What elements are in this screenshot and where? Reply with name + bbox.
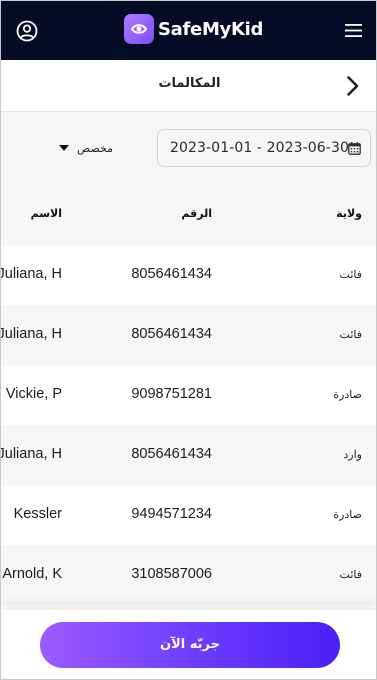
date-range-value: 2023-01-01 - 2023-06-30 [170, 140, 349, 156]
page-header: المكالمات [1, 60, 376, 112]
range-select[interactable]: مخصص [59, 140, 113, 156]
brand-name: SafeMyKid [158, 18, 264, 40]
table-row[interactable]: فائت 3108587006 Arnold, K [1, 545, 376, 605]
table-row[interactable]: فائت 8056461434 Juliana, H [1, 245, 376, 305]
hamburger-menu-icon[interactable] [345, 23, 362, 38]
range-select-label: مخصص [77, 141, 114, 155]
shield-eye-logo-icon [124, 14, 154, 44]
app-screen: SafeMyKid المكالمات مخصص 2023-01-01 - 20… [0, 0, 377, 680]
caret-down-icon [59, 145, 69, 151]
table-row[interactable]: صادرة 9494571234 Kessler [1, 485, 376, 545]
contact-name: Juliana, H [1, 446, 62, 462]
call-status: وارد [343, 448, 362, 461]
chevron-right-icon[interactable] [346, 75, 360, 97]
column-header-number[interactable]: الرقم [181, 207, 212, 220]
contact-name: Vickie, P [5, 386, 62, 402]
contact-name: Kessler [13, 506, 62, 522]
filter-bar: مخصص 2023-01-01 - 2023-06-30 [1, 112, 376, 185]
contact-name: Arnold, K [2, 566, 62, 582]
top-app-bar: SafeMyKid [1, 1, 376, 60]
phone-number: 8056461434 [131, 326, 212, 342]
calls-table: ولاية الرقم الاسم فائت 8056461434 Julian… [1, 185, 376, 610]
phone-number: 9098751281 [131, 386, 212, 402]
column-header-name[interactable]: الاسم [31, 207, 62, 220]
contact-name: Juliana, H [1, 326, 62, 342]
call-status: فائت [339, 268, 362, 281]
phone-number: 9494571234 [131, 506, 212, 522]
table-row[interactable]: صادرة 9098751281 Vickie, P [1, 365, 376, 425]
phone-number: 3108587006 [131, 566, 212, 582]
user-circle-icon[interactable] [16, 20, 38, 42]
call-status: صادرة [333, 508, 362, 521]
try-now-button[interactable]: جربّه الآن [40, 622, 340, 668]
phone-number: 8056461434 [131, 266, 212, 282]
column-header-status[interactable]: ولاية [336, 207, 362, 220]
call-status: فائت [339, 328, 362, 341]
table-header: ولاية الرقم الاسم [1, 185, 376, 245]
date-range-input[interactable]: 2023-01-01 - 2023-06-30 [157, 129, 371, 167]
page-title: المكالمات [158, 76, 221, 91]
table-row[interactable]: فائت 8056461434 Juliana, H [1, 305, 376, 365]
contact-name: Juliana, H [1, 266, 62, 282]
calendar-icon[interactable] [348, 142, 361, 155]
bottom-cta-bar: جربّه الآن [1, 610, 376, 679]
table-body: فائت 8056461434 Juliana, H فائت 80564614… [1, 245, 376, 605]
call-status: صادرة [333, 388, 362, 401]
brand-logo: SafeMyKid [124, 14, 263, 44]
call-status: فائت [339, 568, 362, 581]
table-row[interactable]: وارد 8056461434 Juliana, H [1, 425, 376, 485]
phone-number: 8056461434 [131, 446, 212, 462]
